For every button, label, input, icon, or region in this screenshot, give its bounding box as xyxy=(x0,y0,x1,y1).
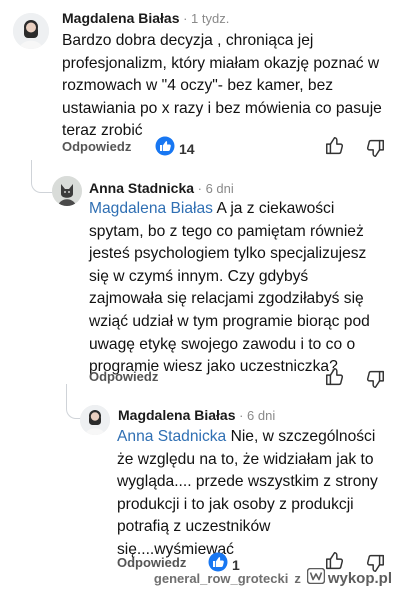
watermark: general_row_grotecki z wykop.pl xyxy=(153,567,392,588)
reply-button[interactable]: Odpowiedz xyxy=(89,369,158,384)
avatar[interactable] xyxy=(80,405,110,435)
comment-line: ustawiania po x razy i bez mówienia co p… xyxy=(62,99,382,117)
comment-text: Anna Stadnicka Nie, w szczególności że w… xyxy=(117,426,378,562)
comment-2: Anna Stadnicka · 6 dni Magdalena Białas … xyxy=(0,170,400,390)
comment-line: zajmowała się relacjami zgodziłabyś się xyxy=(89,290,364,308)
comment-line: rozmowach w "4 oczy"- bez kamer, bez xyxy=(62,77,334,95)
comment-line: uwagę etykę swojego zawodu i to co o xyxy=(89,335,356,353)
reaction-summary[interactable]: 14 xyxy=(155,136,195,161)
comment-timestamp: · 6 dni xyxy=(194,181,234,196)
avatar[interactable] xyxy=(13,13,49,49)
comment-author[interactable]: Magdalena Białas · 1 tydz. xyxy=(62,10,229,26)
thumb-down-icon[interactable] xyxy=(364,137,386,159)
avatar[interactable] xyxy=(52,176,82,206)
comment-line: profesjonalizm, który miałam okazję pozn… xyxy=(62,54,380,72)
comment-author[interactable]: Anna Stadnicka · 6 dni xyxy=(89,180,234,196)
comment-line: wziąć udział w tym programie biorąc pod xyxy=(89,312,370,330)
wykop-logo-icon xyxy=(306,567,326,588)
comment-timestamp: · 1 tydz. xyxy=(179,11,230,26)
comment-line: że względu na to, że widziałam jak to xyxy=(117,450,374,468)
comment-timestamp: · 6 dni xyxy=(235,408,276,423)
comment-text: Magdalena Białas A ja z ciekawości spyta… xyxy=(89,198,370,379)
comment-line: produkcji i to jak osoby z produkcji xyxy=(117,495,354,513)
reaction-count: 14 xyxy=(179,140,195,157)
wykop-logo: wykop.pl xyxy=(306,567,392,588)
comment-line: spytam, bo z tego co pamiętam również xyxy=(89,222,364,240)
reply-button[interactable]: Odpowiedz xyxy=(62,139,131,154)
watermark-separator: z xyxy=(294,570,301,586)
comment-line: Bardzo dobra decyzja , chroniąca jej xyxy=(62,32,314,49)
comment-line: się w czymś innym. Czy gdybyś xyxy=(89,267,309,285)
comment-3: Magdalena Białas · 6 dni Anna Stadnicka … xyxy=(0,400,400,573)
mention-link[interactable]: Magdalena Białas xyxy=(89,200,213,217)
comment-line: wygląda.... przede wszystkim z strony xyxy=(117,473,378,491)
like-bubble-icon xyxy=(155,136,175,161)
thumb-up-icon[interactable] xyxy=(324,135,346,157)
mention-link[interactable]: Anna Stadnicka xyxy=(117,428,226,445)
thumb-up-icon[interactable] xyxy=(324,366,346,388)
comment-1: Magdalena Białas · 1 tydz. Bardzo dobra … xyxy=(0,0,400,160)
watermark-user: general_row_grotecki xyxy=(153,570,289,586)
comment-author[interactable]: Magdalena Białas · 6 dni xyxy=(118,407,275,423)
comment-line: jesteś psychologiem tylko specjalizujesz xyxy=(89,245,367,263)
comment-text: Bardzo dobra decyzja , chroniąca jej pro… xyxy=(62,30,382,143)
comment-line: Magdalena Białas A ja z ciekawości xyxy=(89,200,335,217)
thumb-down-icon[interactable] xyxy=(364,368,386,390)
wykop-logo-text: wykop.pl xyxy=(327,569,392,587)
comment-line: potrafią z uczestników xyxy=(117,518,271,536)
comment-line: Anna Stadnicka Nie, w szczególności xyxy=(117,428,376,445)
